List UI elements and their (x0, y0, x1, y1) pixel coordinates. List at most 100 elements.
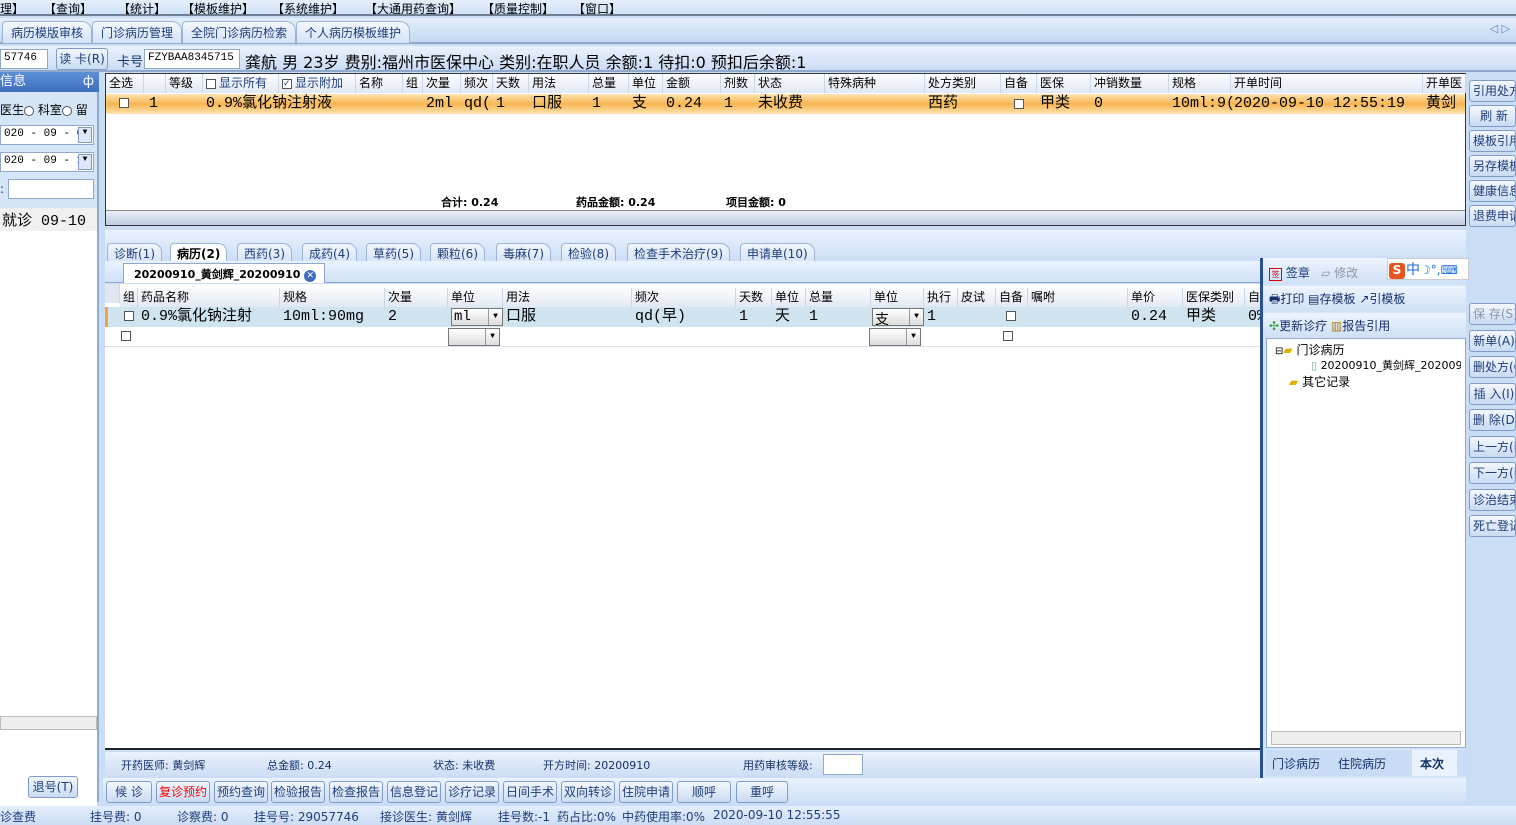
action-button[interactable]: 诊疗记录 (445, 781, 499, 803)
tree-node-other[interactable]: ▰ 其它记录 (1289, 373, 1350, 390)
tab-检验(8)[interactable]: 检验(8) (561, 243, 616, 263)
read-card-button[interactable]: 读 卡(R) (56, 48, 108, 70)
tab-诊断(1)[interactable]: 诊断(1) (107, 243, 162, 263)
card-no-input[interactable]: FZYBAA8345715 (144, 49, 240, 69)
dropdown-icon[interactable]: ▼ (78, 127, 92, 143)
right-edit-button[interactable]: 下一方(N) (1469, 462, 1516, 484)
menu-item[interactable]: 【大通用药查询】 (365, 0, 461, 17)
column-header[interactable]: 组 (403, 74, 423, 93)
right-action-button[interactable]: 退费申请 (1469, 205, 1516, 227)
column-header[interactable]: 开单医 (1423, 74, 1466, 93)
tree-node-outpatient[interactable]: ⊟▰ 门诊病历 (1275, 341, 1344, 358)
column-header[interactable]: 用法 (503, 288, 632, 307)
column-header[interactable]: 天数 (736, 288, 772, 307)
right-edit-button[interactable]: 插 入(I) (1469, 382, 1516, 405)
right-action-button[interactable]: 模板引用 (1469, 130, 1516, 152)
header-show-all-checkbox[interactable]: 显示所有 (203, 74, 279, 93)
right-edit-button[interactable]: 诊治结束 (1469, 488, 1516, 511)
print-button[interactable]: 打印 (1280, 292, 1304, 306)
group-checkbox[interactable] (124, 311, 134, 321)
column-header[interactable]: 单位 (448, 288, 503, 307)
sign-button[interactable]: 签章 (1286, 266, 1310, 280)
radio-doctor[interactable]: 医生 (0, 103, 24, 117)
radio-icon[interactable] (24, 105, 35, 116)
column-header[interactable]: 频次 (632, 288, 736, 307)
tab-草药(5)[interactable]: 草药(5) (366, 243, 421, 263)
tab-毒麻(7)[interactable]: 毒麻(7) (496, 243, 551, 263)
document-tab[interactable]: 20200910_黄剑辉_20200910 ✕ (123, 263, 326, 283)
horizontal-scrollbar[interactable] (0, 716, 97, 730)
column-header[interactable]: 皮试 (958, 288, 996, 307)
ime-chinese-icon[interactable]: 中 (1406, 262, 1420, 278)
column-header[interactable]: 名称 (356, 74, 403, 93)
update-treatment-button[interactable]: 更新诊疗 (1279, 319, 1327, 333)
date-from-picker[interactable]: 020 - 09 - 03 ▼ (0, 125, 94, 145)
pin-icon[interactable]: ф (83, 72, 94, 92)
action-button[interactable]: 信息登记 (387, 781, 441, 803)
modify-button[interactable]: 修改 (1334, 266, 1358, 280)
menu-item[interactable]: 【统计】 (118, 0, 166, 17)
menu-item[interactable]: 【系统维护】 (272, 0, 344, 17)
right-edit-button[interactable]: 死亡登记 (1469, 515, 1516, 537)
report-reference-button[interactable]: 报告引用 (1342, 319, 1390, 333)
tree-node-record[interactable]: ▯ 20200910_黄剑辉_20200910 (1311, 357, 1461, 373)
save-template-button[interactable]: 存模板 (1320, 292, 1356, 306)
review-level-input[interactable] (823, 754, 863, 775)
tab-scroll-arrows-icon[interactable]: ◁ ▷ (1490, 22, 1510, 35)
sogou-ime-icon[interactable]: S (1389, 263, 1405, 279)
scope-radio-group[interactable]: 医生 科室 留 (0, 101, 88, 118)
ime-halfwidth-icon[interactable]: ☽ (1420, 263, 1431, 277)
checkbox-icon[interactable]: ✓ (282, 78, 292, 89)
tab-申请单(10)[interactable]: 申请单(10) (740, 243, 815, 263)
action-button[interactable]: 日间手术 (503, 781, 557, 803)
radio-stay[interactable]: 留 (76, 103, 88, 117)
column-header[interactable]: 天数 (493, 74, 529, 93)
unit-select[interactable]: ▼ (448, 328, 500, 346)
right-edit-button[interactable]: 保 存(S) (1469, 303, 1516, 325)
tab-西药(3)[interactable]: 西药(3) (237, 243, 292, 263)
horizontal-scrollbar[interactable] (106, 210, 1465, 225)
top-tab[interactable]: 门诊病历管理 (92, 21, 183, 43)
column-header[interactable]: 全选 (106, 74, 144, 93)
column-header[interactable]: 组 (120, 288, 138, 307)
right-edit-button[interactable]: 删处方(O) (1469, 356, 1516, 378)
column-header[interactable]: 处方类别 (925, 74, 1001, 93)
menu-item[interactable]: 【质量控制】 (482, 0, 554, 17)
radio-icon[interactable] (61, 105, 72, 116)
column-header[interactable]: 医保类别 (1183, 288, 1245, 307)
action-button[interactable]: 预约查询 (214, 781, 268, 803)
self-provided-checkbox[interactable] (1003, 331, 1013, 341)
right-edit-button[interactable]: 删 除(D) (1469, 409, 1516, 431)
total-unit-select[interactable]: 支 ▼ (872, 308, 924, 329)
tab-颗粒(6)[interactable]: 颗粒(6) (430, 243, 485, 263)
right-action-button[interactable]: 另存模板 (1469, 155, 1516, 177)
column-header[interactable]: 开单时间 (1231, 74, 1423, 93)
close-icon[interactable]: ✕ (304, 270, 317, 282)
column-header[interactable]: 状态 (755, 74, 825, 93)
tab-检查手术治疗(9)[interactable]: 检查手术治疗(9) (627, 243, 730, 263)
column-header[interactable]: 总量 (589, 74, 629, 93)
column-header[interactable]: 用法 (529, 74, 589, 93)
column-header[interactable]: 单位 (871, 288, 924, 307)
header-show-extra-checkbox[interactable]: ✓ 显示附加 (279, 74, 356, 93)
right-action-button[interactable]: 刷 新 (1469, 105, 1516, 127)
radio-dept[interactable]: 科室 (38, 103, 62, 117)
horizontal-scrollbar[interactable] (1271, 731, 1461, 745)
column-header[interactable]: 特殊病种 (825, 74, 925, 93)
self-provided-checkbox[interactable] (1014, 99, 1024, 109)
dropdown-icon[interactable]: ▼ (488, 309, 502, 325)
column-header[interactable]: 医保 (1037, 74, 1091, 93)
action-button[interactable]: 候 诊 (106, 781, 152, 803)
keyboard-icon[interactable]: ⌨ (1441, 263, 1458, 277)
menu-item[interactable]: 【查询】 (44, 0, 92, 17)
date-to-picker[interactable]: 020 - 09 - 10 ▼ (0, 152, 94, 172)
action-button[interactable]: 检查报告 (329, 781, 383, 803)
action-button[interactable]: 顺呼 (677, 781, 731, 803)
tab-outpatient-record[interactable]: 门诊病历 (1272, 755, 1320, 772)
column-header[interactable]: 药品名称 (138, 288, 280, 307)
top-tab[interactable]: 全院门诊病历检索 (182, 21, 297, 43)
group-checkbox[interactable] (121, 331, 131, 341)
column-header[interactable]: 剂数 (721, 74, 755, 93)
column-header[interactable] (144, 74, 166, 93)
tab-current[interactable]: 本次 (1412, 750, 1457, 776)
